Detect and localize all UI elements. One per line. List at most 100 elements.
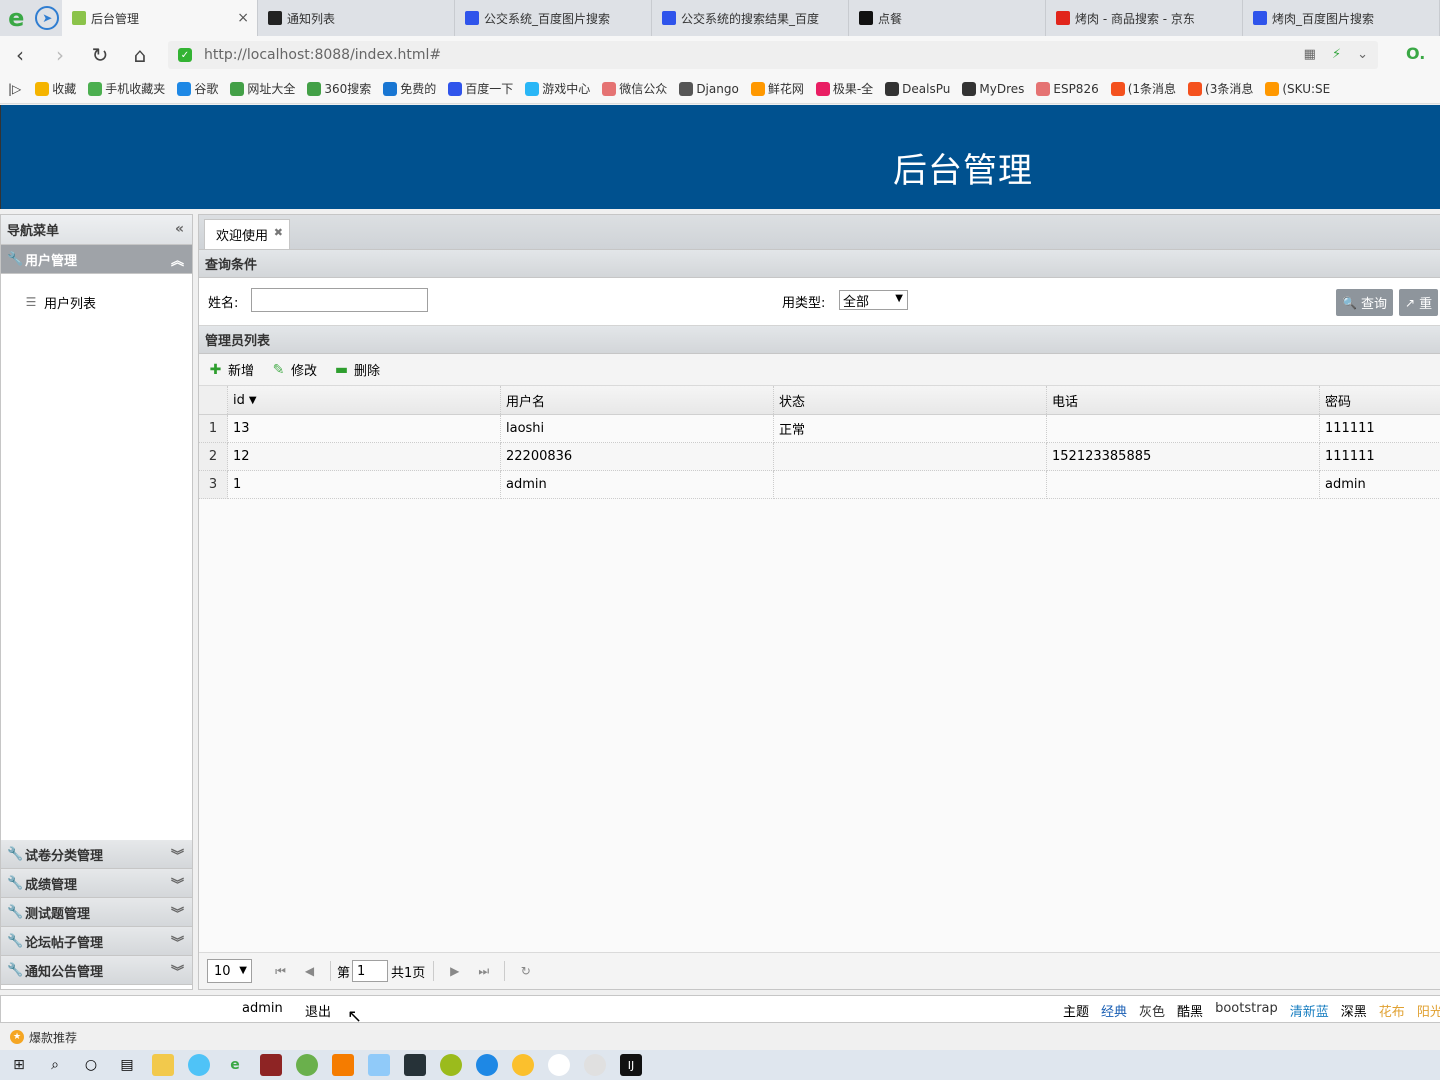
file-explorer-icon[interactable]	[152, 1054, 174, 1076]
url-field[interactable]: ✓ http://localhost:8088/index.html# ▦ ⚡ …	[168, 41, 1378, 69]
app-icon[interactable]	[512, 1054, 534, 1076]
browser-tab[interactable]: 烤肉_百度图片搜索	[1243, 0, 1440, 36]
nav-section-forum[interactable]: 🔧 论坛帖子管理 ︾	[1, 927, 192, 956]
reset-button[interactable]: ↗ 重	[1399, 289, 1439, 316]
column-header-status[interactable]: 状态	[774, 386, 1047, 414]
search-engine-icon[interactable]: O.	[1406, 44, 1432, 66]
app-icon[interactable]	[332, 1054, 354, 1076]
nav-section-paper-category[interactable]: 🔧 试卷分类管理 ︾	[1, 840, 192, 869]
expand-down-icon[interactable]: ︾	[171, 961, 184, 980]
browser-logo-icon[interactable]: e	[0, 0, 32, 36]
search-icon[interactable]: ⌕	[44, 1054, 66, 1076]
collapse-up-icon[interactable]: ︽	[171, 250, 184, 269]
forward-button[interactable]: ›	[40, 43, 80, 67]
archive-app-icon[interactable]	[260, 1054, 282, 1076]
bookmark-item[interactable]: DealsPu	[885, 80, 950, 97]
app-icon[interactable]	[404, 1054, 426, 1076]
qq-icon[interactable]	[548, 1054, 570, 1076]
windows-start-icon[interactable]: ⊞	[8, 1054, 30, 1076]
first-page-icon[interactable]: ⏮	[266, 964, 295, 979]
theme-option[interactable]: 灰色	[1139, 1001, 1165, 1020]
browser-tab[interactable]: 烤肉 - 商品搜索 - 京东	[1046, 0, 1243, 36]
expand-down-icon[interactable]: ︾	[171, 845, 184, 864]
theme-option[interactable]: bootstrap	[1215, 1001, 1278, 1020]
table-row[interactable]: 3 1 admin admin	[199, 471, 1440, 499]
table-row[interactable]: 1 13 laoshi 正常 111111	[199, 415, 1440, 443]
nav-item-user-list[interactable]: ☰ 用户列表	[1, 290, 192, 314]
task-view-icon[interactable]: ▤	[116, 1054, 138, 1076]
bookmark-item[interactable]: 手机收藏夹	[88, 80, 165, 97]
nav-section-notices[interactable]: 🔧 通知公告管理 ︾	[1, 956, 192, 985]
page-number-input[interactable]	[352, 960, 389, 982]
expand-down-icon[interactable]: ︾	[171, 903, 184, 922]
theme-option[interactable]: 阳光	[1417, 1001, 1440, 1020]
bookmark-item[interactable]: 微信公众	[602, 80, 667, 97]
bookmarks-toggle-icon[interactable]: |▷	[8, 82, 21, 96]
home-button[interactable]: ⌂	[120, 43, 160, 67]
bookmark-item[interactable]: (1条消息	[1110, 80, 1176, 97]
name-input[interactable]	[251, 288, 428, 312]
app-icon[interactable]	[476, 1054, 498, 1076]
status-text[interactable]: 爆款推荐	[29, 1029, 77, 1046]
close-icon[interactable]: ×	[237, 10, 249, 26]
qr-icon[interactable]: ▦	[1304, 47, 1316, 62]
table-row[interactable]: 2 12 22200836 152123385885 111111	[199, 443, 1440, 471]
theme-option[interactable]: 经典	[1101, 1001, 1127, 1020]
bookmark-item[interactable]: (SKU:SE	[1265, 80, 1330, 97]
prev-page-icon[interactable]: ◀	[295, 964, 324, 978]
search-button[interactable]: 🔍 查询	[1336, 289, 1393, 316]
app-icon[interactable]	[188, 1054, 210, 1076]
bookmark-item[interactable]: 鲜花网	[750, 80, 804, 97]
chevron-down-icon[interactable]: ⌄	[1357, 47, 1368, 62]
app-icon[interactable]	[296, 1054, 318, 1076]
bookmark-item[interactable]: 免费的	[383, 80, 436, 97]
navigate-icon[interactable]: ➤	[32, 0, 62, 36]
browser-app-icon[interactable]: e	[224, 1054, 246, 1076]
bookmark-item[interactable]: 极果-全	[815, 80, 873, 97]
edit-button[interactable]: ✎ 修改	[270, 360, 317, 380]
browser-tab[interactable]: 通知列表	[258, 0, 455, 36]
page-size-select[interactable]: 10 ▼	[207, 959, 252, 983]
reload-button[interactable]: ↻	[80, 43, 120, 67]
bookmark-item[interactable]: 游戏中心	[525, 80, 590, 97]
column-header-id[interactable]: id ▼	[228, 386, 501, 414]
next-page-icon[interactable]: ▶	[440, 964, 469, 978]
wechat-icon[interactable]	[584, 1054, 606, 1076]
browser-tab[interactable]: 后台管理 ×	[62, 0, 258, 36]
bookmark-item[interactable]: Django	[679, 80, 739, 97]
bookmark-item[interactable]: 百度一下	[448, 80, 513, 97]
notepad-icon[interactable]	[368, 1054, 390, 1076]
column-header-username[interactable]: 用户名	[501, 386, 774, 414]
bookmark-item[interactable]: MyDres	[962, 80, 1024, 97]
collapse-left-icon[interactable]: «	[175, 221, 184, 237]
browser-tab[interactable]: 点餐	[849, 0, 1046, 36]
nav-section-users[interactable]: 🔧 用户管理 ︽	[1, 245, 192, 274]
theme-option[interactable]: 清新蓝	[1290, 1001, 1329, 1020]
column-header-password[interactable]: 密码	[1320, 386, 1440, 414]
theme-option[interactable]: 深黑	[1341, 1001, 1367, 1020]
cortana-icon[interactable]: ○	[80, 1054, 102, 1076]
add-button[interactable]: ✚ 新增	[207, 360, 254, 380]
browser-tab[interactable]: 公交系统_百度图片搜索	[455, 0, 652, 36]
column-header-phone[interactable]: 电话	[1047, 386, 1320, 414]
app-icon[interactable]	[440, 1054, 462, 1076]
bookmark-item[interactable]: ESP826	[1036, 80, 1099, 97]
bookmark-item[interactable]: (3条消息	[1188, 80, 1253, 97]
theme-option[interactable]: 酷黑	[1177, 1001, 1203, 1020]
last-page-icon[interactable]: ⏭	[469, 964, 498, 979]
bolt-icon[interactable]: ⚡	[1332, 47, 1341, 62]
logout-link[interactable]: 退出	[305, 1001, 331, 1020]
close-icon[interactable]: ✖	[274, 226, 283, 239]
nav-section-questions[interactable]: 🔧 测试题管理 ︾	[1, 898, 192, 927]
tab-welcome[interactable]: 欢迎使用 ✖	[204, 219, 290, 249]
back-button[interactable]: ‹	[0, 43, 40, 67]
bookmark-item[interactable]: 收藏	[35, 80, 76, 97]
bookmark-item[interactable]: 网址大全	[230, 80, 295, 97]
bookmark-item[interactable]: 谷歌	[177, 80, 218, 97]
expand-down-icon[interactable]: ︾	[171, 874, 184, 893]
type-select[interactable]: 全部 ▼	[839, 290, 908, 310]
browser-tab[interactable]: 公交系统的搜索结果_百度	[652, 0, 849, 36]
refresh-icon[interactable]: ↻	[511, 964, 540, 978]
intellij-icon[interactable]: IJ	[620, 1054, 642, 1076]
theme-option[interactable]: 花布	[1379, 1001, 1405, 1020]
